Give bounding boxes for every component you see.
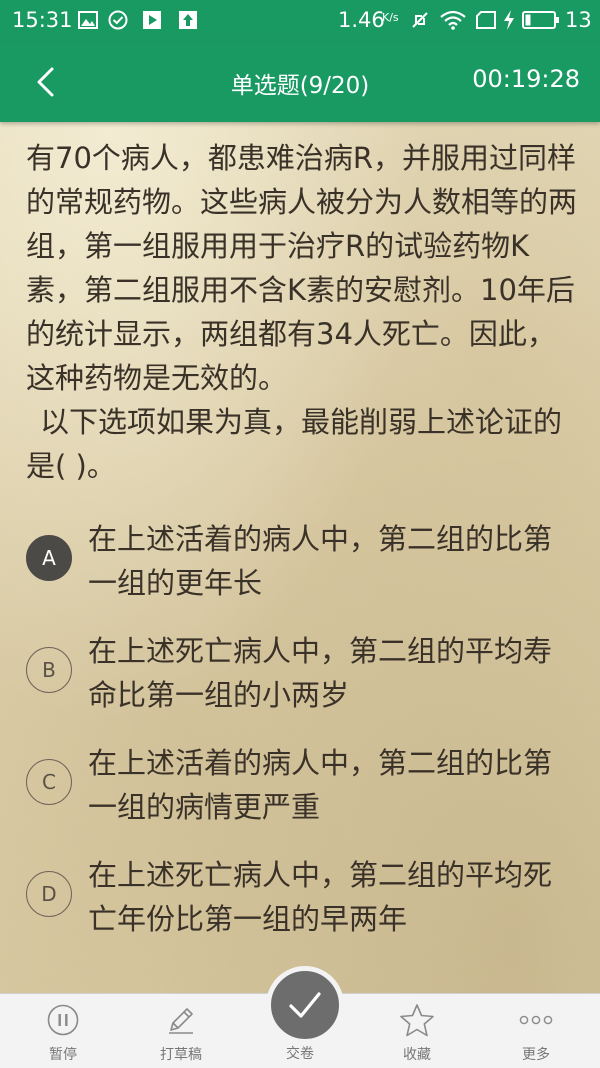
app-header: 单选题(9/20) 00:19:28	[0, 42, 600, 122]
option-a[interactable]: A 在上述活着的病人中，第二组的比第一组的更年长	[26, 515, 586, 627]
network-speed-unit: K/s	[382, 11, 399, 24]
vibrate-off-icon	[410, 10, 430, 30]
status-time: 15:31	[12, 8, 73, 32]
checkmark-icon	[289, 992, 321, 1018]
exam-timer: 00:19:28	[472, 65, 580, 93]
check-circle-icon	[108, 10, 128, 30]
submit-label: 交卷	[286, 1046, 314, 1062]
charging-icon	[502, 10, 516, 30]
status-bar: 15:31 1.46 K/s 13	[0, 0, 600, 42]
answer-options: A 在上述活着的病人中，第二组的比第一组的更年长 B 在上述死亡病人中，第二组的…	[26, 515, 586, 963]
option-text: 在上述活着的病人中，第二组的比第一组的病情更严重	[88, 746, 553, 824]
submit-button[interactable]	[266, 966, 344, 1044]
option-text: 在上述死亡病人中，第二组的平均寿命比第一组的小两岁	[88, 634, 553, 712]
question-prompt: 以下选项如果为真，最能削弱上述论证的是( )。	[26, 405, 563, 483]
pause-circle-icon	[3, 1003, 123, 1037]
option-letter: B	[26, 647, 72, 693]
question-stem: 有70个病人，都患难治病R，并服用过同样的常规药物。这些病人被分为人数相等的两组…	[26, 136, 578, 488]
pause-label: 暂停	[49, 1047, 77, 1063]
option-c[interactable]: C 在上述活着的病人中，第二组的比第一组的病情更严重	[26, 739, 586, 851]
question-paragraph: 有70个病人，都患难治病R，并服用过同样的常规药物。这些病人被分为人数相等的两组…	[26, 141, 578, 395]
draft-label: 打草稿	[160, 1047, 202, 1063]
favorite-label: 收藏	[403, 1047, 431, 1063]
pencil-icon	[121, 1003, 241, 1037]
option-text: 在上述死亡病人中，第二组的平均死亡年份比第一组的早两年	[88, 858, 553, 936]
play-icon	[142, 10, 162, 30]
battery-level: 13	[565, 8, 592, 32]
battery-icon	[522, 10, 560, 30]
star-icon	[357, 1003, 477, 1037]
sim-icon	[476, 10, 496, 30]
option-d[interactable]: D 在上述死亡病人中，第二组的平均死亡年份比第一组的早两年	[26, 851, 586, 963]
gallery-icon	[78, 10, 98, 30]
option-letter: D	[26, 871, 72, 917]
upload-icon	[178, 10, 198, 30]
option-b[interactable]: B 在上述死亡病人中，第二组的平均寿命比第一组的小两岁	[26, 627, 586, 739]
option-letter: A	[26, 535, 72, 581]
option-text: 在上述活着的病人中，第二组的比第一组的更年长	[88, 522, 553, 600]
ellipsis-icon	[476, 1003, 596, 1037]
draft-button[interactable]: 打草稿	[121, 994, 241, 1068]
more-button[interactable]: 更多	[476, 994, 596, 1068]
option-letter: C	[26, 759, 72, 805]
network-speed: 1.46	[338, 8, 385, 32]
wifi-icon	[440, 10, 466, 30]
more-label: 更多	[522, 1047, 550, 1063]
favorite-button[interactable]: 收藏	[357, 994, 477, 1068]
pause-button[interactable]: 暂停	[3, 994, 123, 1068]
